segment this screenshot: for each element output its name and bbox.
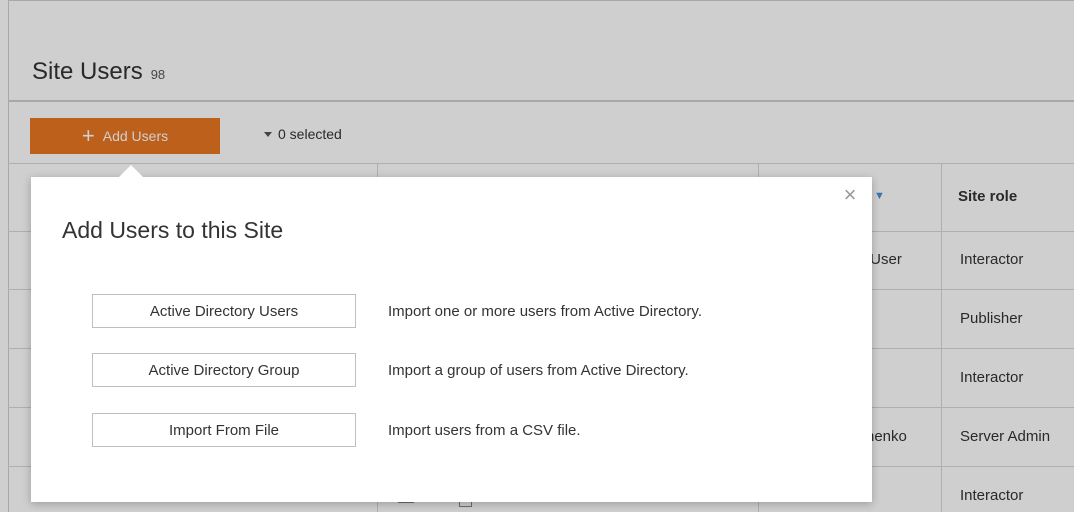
active-directory-users-button[interactable]: Active Directory Users — [92, 294, 356, 328]
active-directory-group-description: Import a group of users from Active Dire… — [388, 362, 689, 379]
import-from-file-button[interactable]: Import From File — [92, 413, 356, 447]
active-directory-group-button[interactable]: Active Directory Group — [92, 353, 356, 387]
active-directory-users-description: Import one or more users from Active Dir… — [388, 303, 702, 320]
import-from-file-description: Import users from a CSV file. — [388, 422, 581, 439]
add-users-dialog: × Add Users to this Site Active Director… — [31, 165, 872, 502]
dialog-title: Add Users to this Site — [62, 217, 284, 243]
dialog-pointer — [119, 165, 143, 177]
close-icon[interactable]: × — [840, 184, 860, 206]
